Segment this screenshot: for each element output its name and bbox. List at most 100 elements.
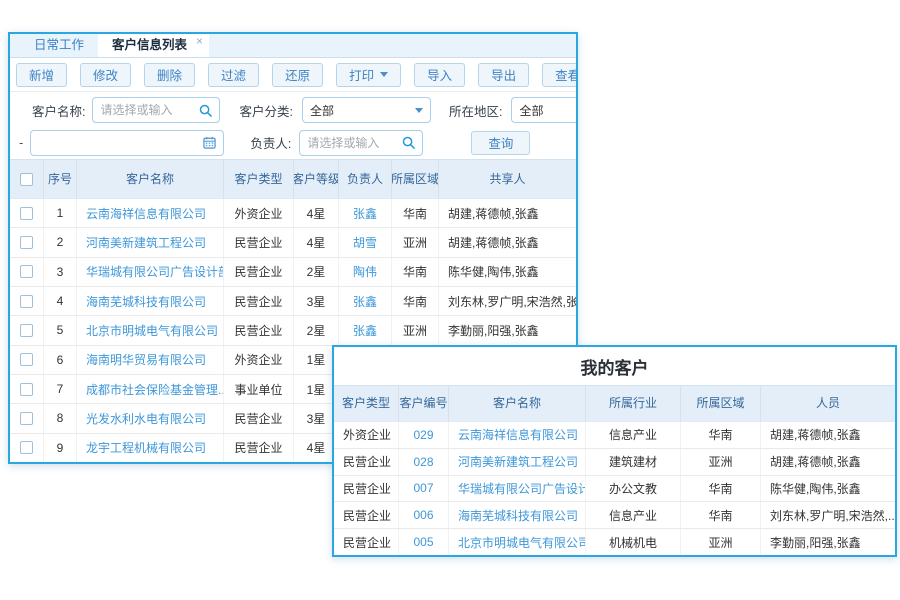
customer-name-link[interactable]: 海南芜城科技有限公司: [77, 287, 224, 315]
customer-name-link[interactable]: 云南海祥信息有限公司: [449, 422, 586, 448]
chevron-down-icon: [415, 108, 423, 113]
checkbox-cell: [10, 316, 44, 344]
customer-name-link[interactable]: 北京市明城电气有限公司: [77, 316, 224, 344]
restore-button[interactable]: 还原: [272, 63, 323, 87]
row-checkbox[interactable]: [20, 207, 33, 220]
customer-code-link[interactable]: 007: [399, 476, 449, 502]
customer-code-link[interactable]: 029: [399, 422, 449, 448]
import-button[interactable]: 导入: [414, 63, 465, 87]
shared-cell: 胡建,蒋德帧,张鑫: [439, 228, 576, 256]
close-icon[interactable]: ×: [196, 34, 203, 48]
column-header: 客户类型: [334, 386, 399, 421]
my-customers-window: 我的客户 客户类型客户编号客户名称所属行业所属区域人员 外资企业029云南海祥信…: [332, 345, 897, 557]
edit-button[interactable]: 修改: [80, 63, 131, 87]
row-checkbox[interactable]: [20, 353, 33, 366]
customer-code-link[interactable]: 028: [399, 449, 449, 475]
row-checkbox[interactable]: [20, 295, 33, 308]
customer-name-input-field[interactable]: [100, 103, 199, 117]
customer-name-link[interactable]: 北京市明城电气有限公司: [449, 529, 586, 555]
customer-type-cell: 外资企业: [334, 422, 399, 448]
row-checkbox[interactable]: [20, 265, 33, 278]
date-input[interactable]: [30, 130, 224, 156]
region-cell: 华南: [681, 422, 761, 448]
calendar-icon[interactable]: [203, 136, 216, 149]
search-icon[interactable]: [402, 136, 415, 149]
customer-table-header: 序号客户名称客户类型客户等级负责人所属区域共享人: [10, 159, 576, 198]
customer-type-cell: 民营企业: [224, 258, 294, 286]
desktop: 日常工作 客户信息列表 × 新增 修改 删除 过滤 还原 打印 导入 导出 查看…: [0, 0, 900, 600]
customer-name-link[interactable]: 光发水利水电有限公司: [77, 404, 224, 432]
category-select[interactable]: 全部: [302, 97, 431, 123]
table-row: 民营企业007华瑞城有限公司广告设计部办公文教华南陈华健,陶伟,张鑫: [334, 475, 895, 502]
date-range-dash: -: [19, 135, 23, 150]
category-label: 客户分类:: [239, 101, 292, 120]
customer-type-cell: 外资企业: [224, 346, 294, 374]
customer-type-cell: 民营企业: [334, 476, 399, 502]
region-cell: 华南: [392, 258, 439, 286]
customer-name-link[interactable]: 海南芜城科技有限公司: [449, 502, 586, 528]
customer-type-cell: 民营企业: [334, 449, 399, 475]
owner-link[interactable]: 胡雪: [339, 228, 392, 256]
tab-customer-list[interactable]: 客户信息列表 ×: [98, 34, 209, 57]
owner-input[interactable]: [299, 130, 423, 156]
region-cell: 华南: [681, 502, 761, 528]
export-button[interactable]: 导出: [478, 63, 529, 87]
industry-cell: 信息产业: [586, 422, 681, 448]
column-header: 所属区域: [681, 386, 761, 421]
date-input-field[interactable]: [38, 136, 203, 150]
query-button[interactable]: 查询: [471, 131, 530, 155]
owner-link[interactable]: 张鑫: [339, 316, 392, 344]
customer-name-link[interactable]: 成都市社会保险基金管理...: [77, 375, 224, 403]
seq-cell: 6: [44, 346, 77, 374]
district-select[interactable]: 全部: [511, 97, 576, 123]
row-checkbox[interactable]: [20, 236, 33, 249]
industry-cell: 机械机电: [586, 529, 681, 555]
customer-code-link[interactable]: 006: [399, 502, 449, 528]
customer-name-input[interactable]: [92, 97, 220, 123]
column-header: 共享人: [439, 160, 576, 198]
column-header: 客户名称: [449, 386, 586, 421]
grade-cell: 2星: [294, 258, 339, 286]
row-checkbox[interactable]: [20, 324, 33, 337]
industry-cell: 建筑建材: [586, 449, 681, 475]
filter-button[interactable]: 过滤: [208, 63, 259, 87]
customer-name-link[interactable]: 华瑞城有限公司广告设计部: [77, 258, 224, 286]
customer-name-link[interactable]: 海南明华贸易有限公司: [77, 346, 224, 374]
checkbox-cell: [10, 258, 44, 286]
filter-row-2: - 负责人: 查询: [10, 126, 576, 159]
table-row: 5北京市明城电气有限公司民营企业2星张鑫亚洲李勤丽,阳强,张鑫: [10, 315, 576, 344]
customer-type-cell: 民营企业: [224, 316, 294, 344]
region-cell: 华南: [392, 199, 439, 227]
district-label: 所在地区:: [449, 101, 502, 120]
add-button[interactable]: 新增: [16, 63, 67, 87]
delete-button[interactable]: 删除: [144, 63, 195, 87]
owner-label: 负责人:: [250, 133, 291, 152]
search-icon[interactable]: [199, 104, 212, 117]
seq-cell: 9: [44, 434, 77, 462]
people-cell: 胡建,蒋德帧,张鑫: [761, 449, 895, 475]
table-row: 2河南美新建筑工程公司民营企业4星胡雪亚洲胡建,蒋德帧,张鑫: [10, 227, 576, 256]
my-customers-title: 我的客户: [334, 347, 895, 385]
print-button[interactable]: 打印: [336, 63, 401, 87]
seq-cell: 7: [44, 375, 77, 403]
row-checkbox[interactable]: [20, 412, 33, 425]
people-cell: 陈华健,陶伟,张鑫: [761, 476, 895, 502]
customer-name-link[interactable]: 云南海祥信息有限公司: [77, 199, 224, 227]
row-checkbox[interactable]: [20, 441, 33, 454]
region-cell: 亚洲: [681, 529, 761, 555]
owner-input-field[interactable]: [307, 136, 402, 150]
customer-name-link[interactable]: 河南美新建筑工程公司: [449, 449, 586, 475]
owner-link[interactable]: 张鑫: [339, 199, 392, 227]
customer-code-link[interactable]: 005: [399, 529, 449, 555]
select-all-checkbox[interactable]: [20, 173, 33, 186]
view-log-button[interactable]: 查看日志: [542, 63, 578, 87]
tab-daily-work[interactable]: 日常工作: [20, 34, 98, 57]
customer-name-link[interactable]: 龙宇工程机械有限公司: [77, 434, 224, 462]
column-header: 所属区域: [392, 160, 439, 198]
owner-link[interactable]: 陶伟: [339, 258, 392, 286]
customer-name-link[interactable]: 华瑞城有限公司广告设计部: [449, 476, 586, 502]
owner-link[interactable]: 张鑫: [339, 287, 392, 315]
row-checkbox[interactable]: [20, 383, 33, 396]
column-header: 客户类型: [224, 160, 294, 198]
customer-name-link[interactable]: 河南美新建筑工程公司: [77, 228, 224, 256]
